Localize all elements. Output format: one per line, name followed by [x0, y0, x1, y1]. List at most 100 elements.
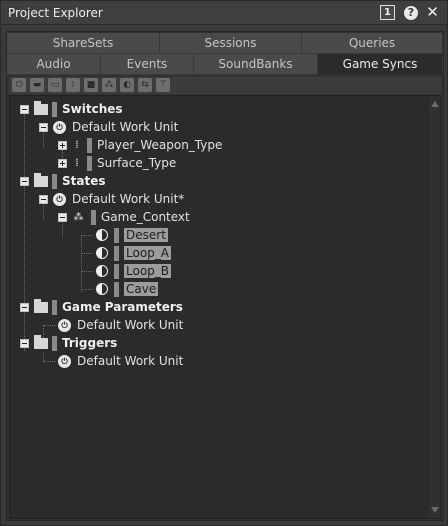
work-unit-icon: ⏻ — [53, 120, 66, 134]
node-label: Default Work Unit* — [72, 192, 185, 206]
switch-group-icon: ⁞ — [75, 156, 79, 169]
node-label: Game_Context — [101, 210, 190, 224]
tree-node-state[interactable]: Desert — [96, 226, 168, 244]
tree-node-state-group[interactable]: ⁂ Game_Context — [58, 208, 190, 226]
trigger-icon[interactable]: ⊤ — [156, 78, 170, 92]
scroll-up-icon[interactable] — [431, 101, 439, 107]
color-bar — [114, 281, 119, 297]
node-label: Switches — [62, 102, 123, 116]
collapse-icon[interactable] — [20, 176, 29, 186]
tree-connector — [43, 325, 55, 326]
explorer-frame: ShareSets Sessions Queries Audio Events … — [6, 31, 444, 521]
toolbar: ⏻ ▬ ▭ ⁞ ■ ⁂ ◐ ⇆ ⊤ — [9, 77, 441, 94]
node-label: Loop_B — [124, 264, 172, 278]
tree-connector — [43, 352, 44, 361]
tree-node-game-parameters[interactable]: Game Parameters — [20, 298, 183, 316]
tree-connector — [81, 253, 93, 254]
collapse-icon[interactable] — [20, 104, 29, 114]
switch-icon[interactable]: ■ — [84, 78, 98, 92]
tab-game-syncs[interactable]: Game Syncs — [318, 54, 443, 75]
tree-connector — [81, 235, 93, 236]
node-label: Surface_Type — [97, 156, 177, 170]
node-label: Default Work Unit — [77, 354, 184, 368]
title-bar: Project Explorer 1 ? ✕ — [1, 1, 447, 25]
work-unit-icon: ⏻ — [58, 318, 71, 332]
tree-node-game-parameters-workunit[interactable]: ⏻ Default Work Unit — [58, 316, 183, 334]
node-label: Cave — [124, 282, 159, 296]
color-bar — [114, 227, 119, 243]
close-icon[interactable]: ✕ — [425, 5, 440, 20]
collapse-icon[interactable] — [39, 122, 48, 132]
tree-node-state[interactable]: Loop_A — [96, 244, 171, 262]
switch-group-icon[interactable]: ⁞ — [66, 78, 80, 92]
expand-icon[interactable] — [58, 140, 67, 150]
color-bar — [87, 137, 92, 153]
color-bar — [52, 173, 57, 189]
node-label: Desert — [124, 228, 168, 242]
tree-node-switches[interactable]: Switches — [20, 100, 123, 118]
tab-audio[interactable]: Audio — [7, 54, 101, 75]
tree-node-states[interactable]: States — [20, 172, 106, 190]
tab-queries[interactable]: Queries — [302, 33, 443, 54]
game-parameter-icon[interactable]: ⇆ — [138, 78, 152, 92]
scroll-down-icon[interactable] — [431, 507, 439, 513]
collapse-icon[interactable] — [20, 302, 29, 312]
tab-row-top: ShareSets Sessions Queries — [7, 33, 443, 54]
color-bar — [87, 155, 92, 171]
folder-icon — [34, 100, 48, 115]
node-label: Game Parameters — [62, 300, 183, 314]
tree-node-triggers[interactable]: Triggers — [20, 334, 117, 352]
state-group-icon[interactable]: ⁂ — [102, 78, 116, 92]
switch-group-icon: ⁞ — [75, 138, 79, 151]
project-explorer-window: Project Explorer 1 ? ✕ ShareSets Session… — [0, 0, 448, 526]
folder-icon — [34, 334, 48, 349]
tree-node-state[interactable]: Cave — [96, 280, 159, 298]
color-bar — [52, 101, 57, 117]
vertical-scrollbar[interactable] — [427, 96, 440, 518]
tab-sharesets[interactable]: ShareSets — [7, 33, 160, 54]
tree-connector — [81, 235, 82, 292]
state-icon[interactable]: ◐ — [120, 78, 134, 92]
state-icon — [96, 265, 108, 277]
node-label: Triggers — [62, 336, 118, 350]
tree-connector — [81, 271, 93, 272]
tab-events[interactable]: Events — [101, 54, 194, 75]
color-bar — [114, 263, 119, 279]
tree-node-state[interactable]: Loop_B — [96, 262, 172, 280]
expand-icon[interactable] — [58, 158, 67, 168]
collapse-icon[interactable] — [20, 338, 29, 348]
window-title: Project Explorer — [8, 6, 103, 20]
workunit-folder-icon[interactable]: ▭ — [48, 78, 62, 92]
node-label: Default Work Unit — [72, 120, 179, 134]
folder-icon — [34, 298, 48, 313]
power-icon[interactable]: ⏻ — [12, 78, 26, 92]
collapse-icon[interactable] — [39, 194, 48, 204]
tree-node-switches-workunit[interactable]: ⏻ Default Work Unit — [39, 118, 178, 136]
state-group-icon: ⁂ — [73, 211, 84, 223]
folder-icon[interactable]: ▬ — [30, 78, 44, 92]
tab-row-bottom: Audio Events SoundBanks Game Syncs — [7, 54, 443, 75]
node-label: Default Work Unit — [77, 318, 184, 332]
tree-node-triggers-workunit[interactable]: ⏻ Default Work Unit — [58, 352, 183, 370]
state-icon — [96, 283, 108, 295]
node-label: Player_Weapon_Type — [97, 138, 223, 152]
hierarchy-tree[interactable]: Switches ⏻ Default Work Unit ⁞ Player_We… — [9, 95, 441, 519]
color-bar — [91, 209, 96, 225]
collapse-icon[interactable] — [58, 212, 67, 222]
work-unit-icon: ⏻ — [58, 354, 71, 368]
tab-sessions[interactable]: Sessions — [160, 33, 302, 54]
state-icon — [96, 247, 108, 259]
view-number-button[interactable]: 1 — [380, 5, 395, 20]
state-icon — [96, 229, 108, 241]
tree-node-switch-group[interactable]: ⁞ Player_Weapon_Type — [58, 136, 222, 154]
tree-connector — [81, 289, 93, 290]
help-icon[interactable]: ? — [404, 6, 418, 20]
folder-icon — [34, 172, 48, 187]
tree-node-states-workunit[interactable]: ⏻ Default Work Unit* — [39, 190, 184, 208]
tree-node-switch-group[interactable]: ⁞ Surface_Type — [58, 154, 176, 172]
color-bar — [52, 299, 57, 315]
tab-soundbanks[interactable]: SoundBanks — [194, 54, 318, 75]
work-unit-icon: ⏻ — [53, 192, 66, 206]
tree-connector — [43, 361, 55, 362]
color-bar — [52, 335, 57, 351]
